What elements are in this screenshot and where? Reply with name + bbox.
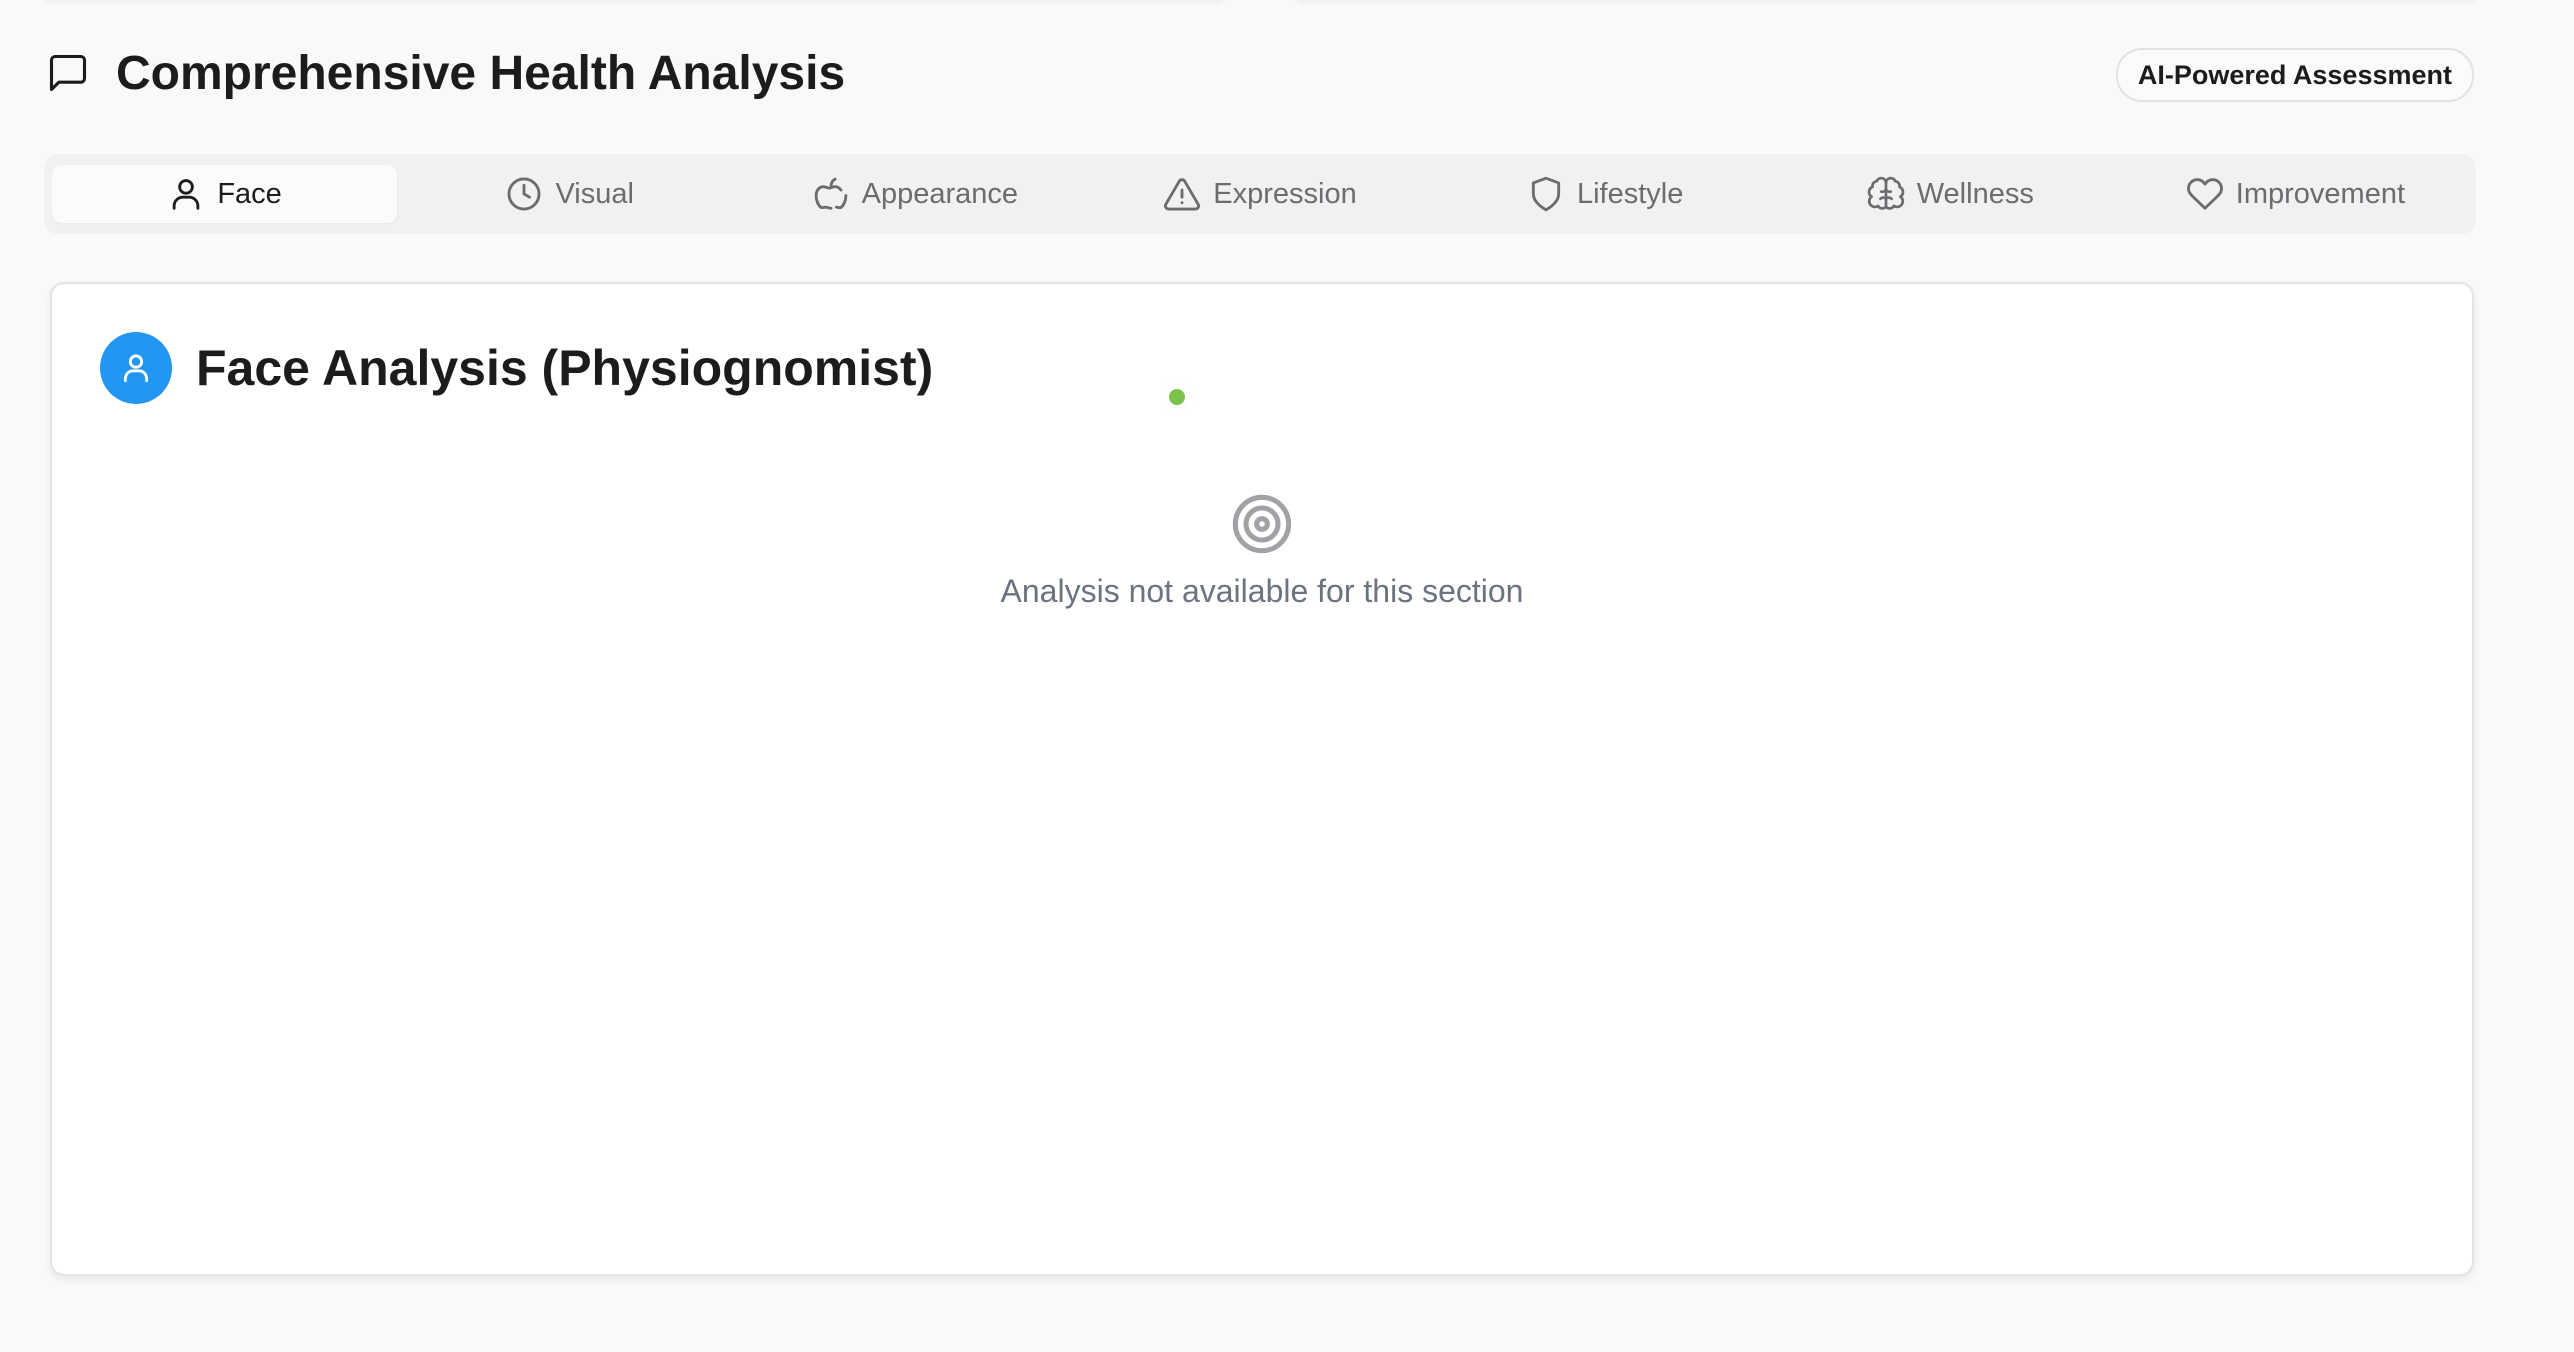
tab-label: Wellness (1916, 177, 2034, 210)
brain-icon (1867, 175, 1905, 213)
tab-label: Expression (1213, 177, 1357, 210)
tab-lifestyle[interactable]: Lifestyle (1433, 165, 1778, 223)
tab-label: Appearance (861, 177, 1019, 210)
tab-expression[interactable]: Expression (1087, 165, 1432, 223)
user-icon (167, 175, 205, 213)
tab-appearance[interactable]: Appearance (742, 165, 1087, 223)
heart-icon (2186, 175, 2224, 213)
tab-label: Improvement (2235, 177, 2406, 210)
status-dot (1169, 389, 1185, 405)
page-title: Comprehensive Health Analysis (116, 47, 846, 100)
section-avatar (100, 332, 172, 404)
tab-label: Face (217, 177, 282, 210)
user-icon (123, 354, 149, 383)
message-square-icon (46, 51, 90, 95)
face-analysis-card: Face Analysis (Physiognomist) Analysis n… (50, 282, 2474, 1276)
assessment-badge: AI-Powered Assessment (2115, 48, 2474, 102)
tab-wellness[interactable]: Wellness (1778, 165, 2123, 223)
analysis-tabs: Face Visual Appearance Expression Lifest… (44, 154, 2476, 234)
page-header: Comprehensive Health Analysis AI-Powered… (46, 44, 2474, 104)
tab-visual[interactable]: Visual (397, 165, 742, 223)
alert-triangle-icon (1163, 175, 1201, 213)
tab-face[interactable]: Face (52, 165, 398, 223)
empty-state: Analysis not available for this section (52, 492, 2472, 612)
clock-icon (505, 175, 543, 213)
section-title: Face Analysis (Physiognomist) (196, 340, 934, 396)
shield-icon (1527, 175, 1565, 213)
target-icon (1230, 492, 1294, 556)
apple-icon (812, 175, 850, 213)
tab-label: Visual (555, 177, 634, 210)
tab-label: Lifestyle (1576, 177, 1684, 210)
tab-improvement[interactable]: Improvement (2123, 165, 2468, 223)
empty-message: Analysis not available for this section (1000, 573, 1524, 609)
